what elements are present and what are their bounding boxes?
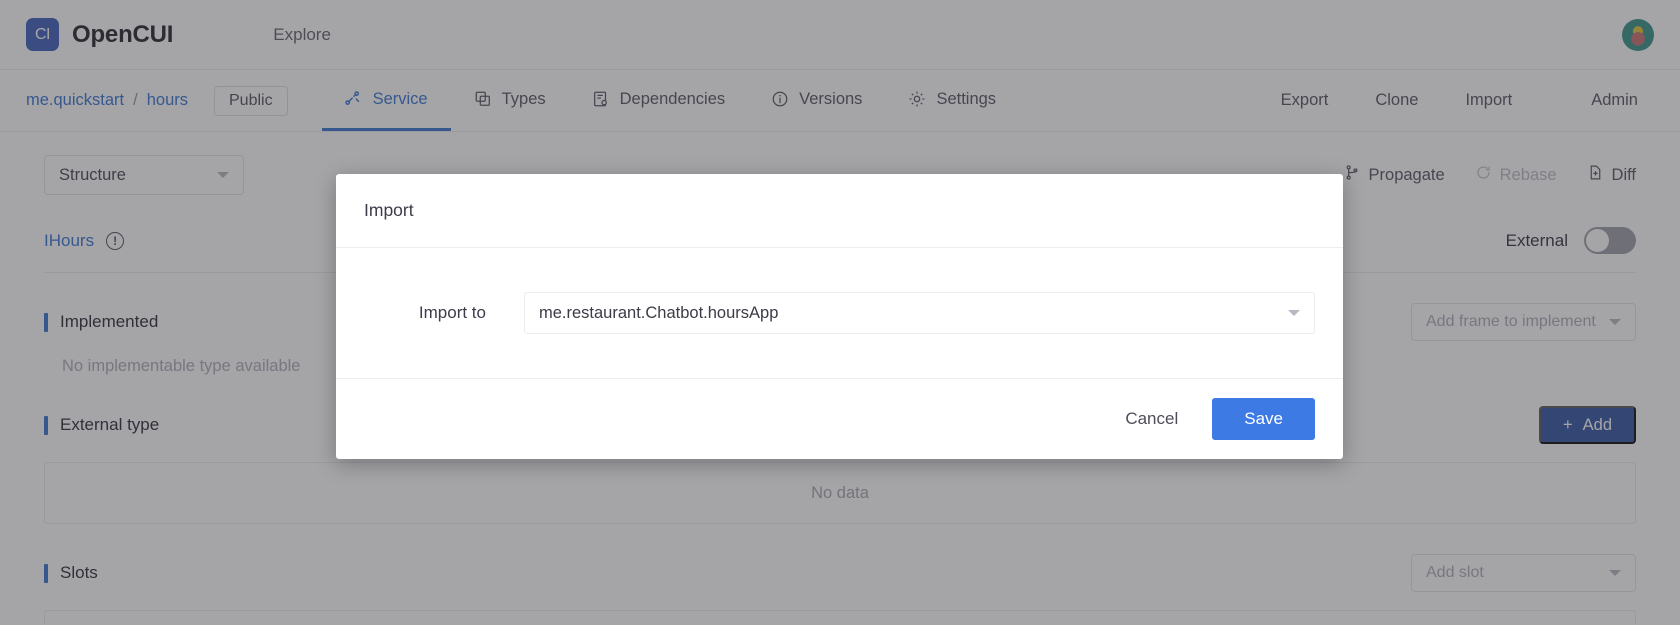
chevron-down-icon bbox=[1288, 310, 1300, 316]
save-button[interactable]: Save bbox=[1212, 398, 1315, 440]
dialog-body: Import to me.restaurant.Chatbot.hoursApp bbox=[336, 248, 1343, 379]
import-to-label: Import to bbox=[418, 303, 486, 322]
import-to-select[interactable]: me.restaurant.Chatbot.hoursApp bbox=[524, 292, 1315, 334]
import-to-field-row: Import to me.restaurant.Chatbot.hoursApp bbox=[364, 292, 1315, 334]
import-to-value: me.restaurant.Chatbot.hoursApp bbox=[539, 303, 779, 322]
dialog-footer: Cancel Save bbox=[336, 379, 1343, 459]
cancel-button[interactable]: Cancel bbox=[1105, 399, 1198, 439]
app-root: CI OpenCUI Explore me.quickstart / hours… bbox=[0, 0, 1680, 625]
import-dialog: Import Import to me.restaurant.Chatbot.h… bbox=[336, 174, 1343, 459]
dialog-title: Import bbox=[336, 174, 1343, 248]
